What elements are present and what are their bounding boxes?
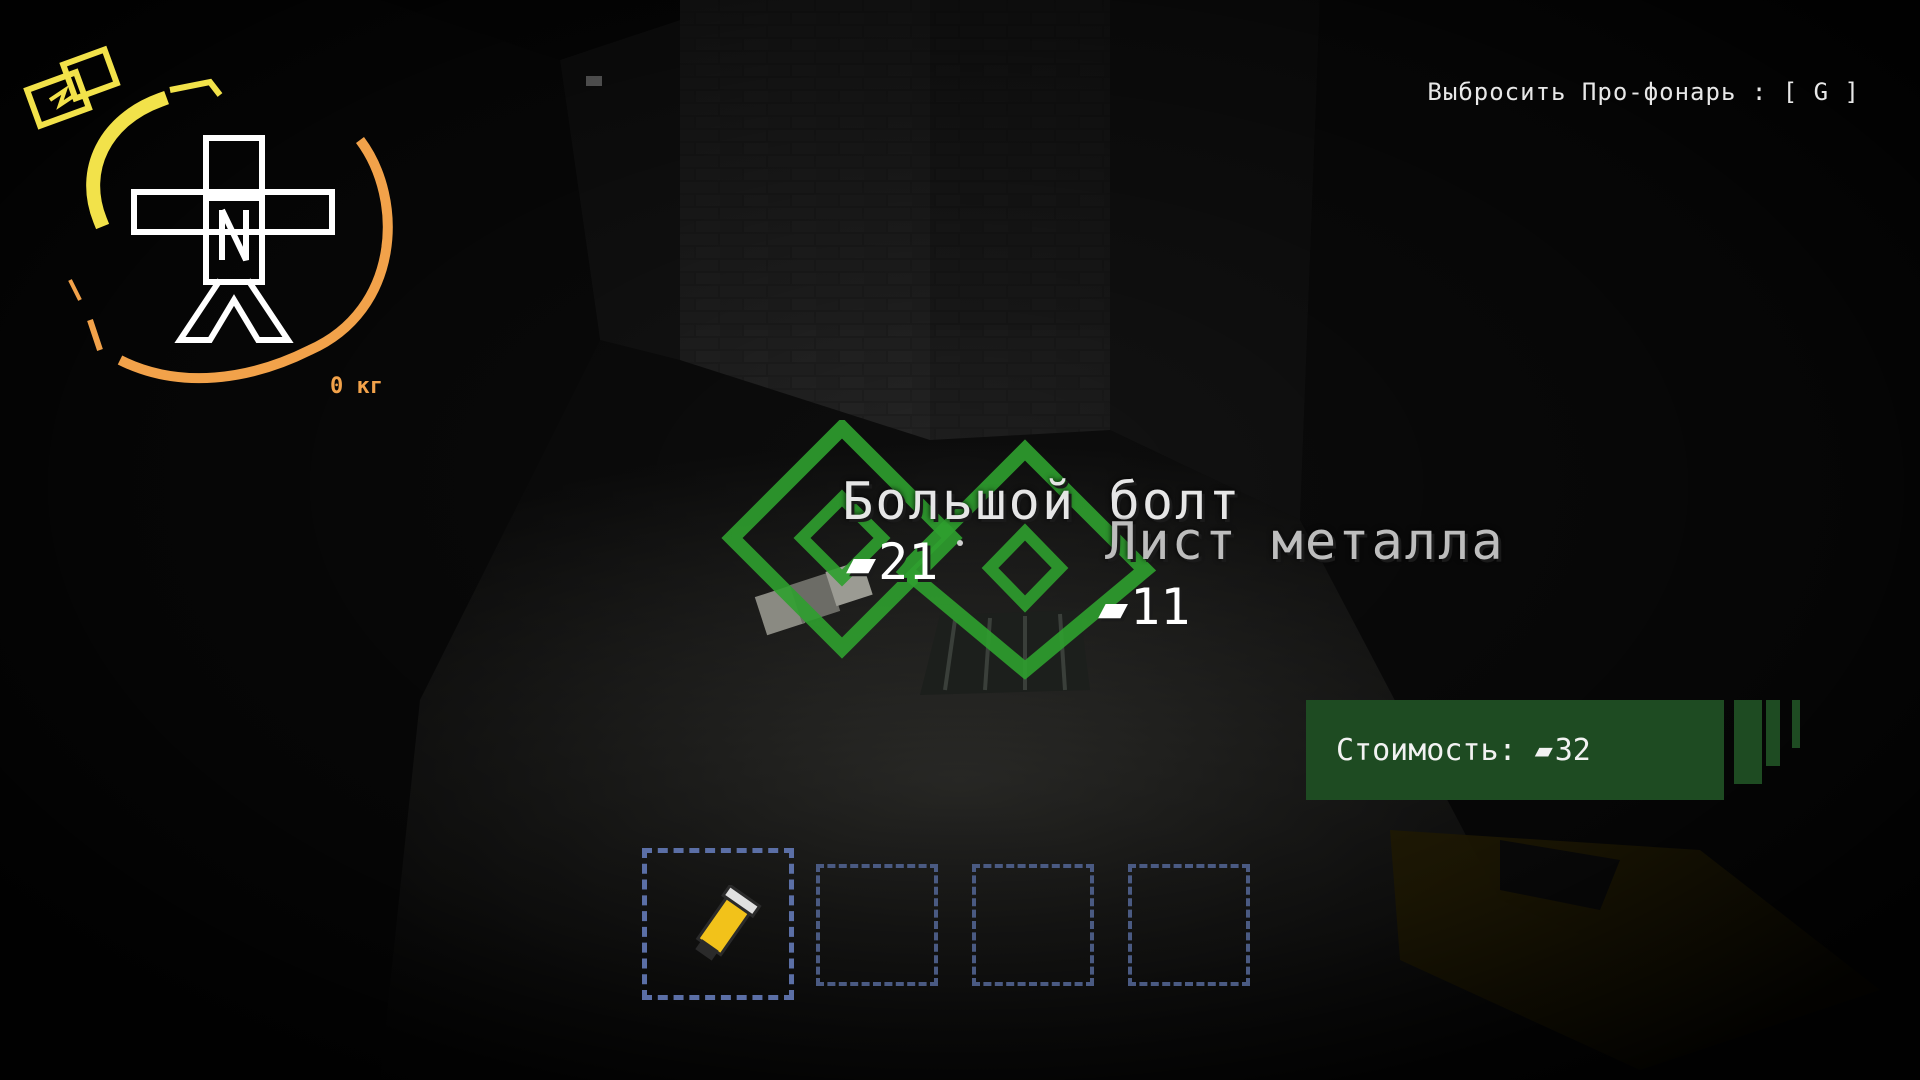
inventory-slot-4[interactable] xyxy=(1128,864,1250,986)
inventory-slot-3[interactable] xyxy=(972,864,1094,986)
item-name-metal-sheet: Лист металла xyxy=(1105,512,1505,572)
inventory-slot-1[interactable] xyxy=(642,848,794,1000)
drop-item-hint: Выбросить Про-фонарь : [ G ] xyxy=(1427,78,1860,106)
health-meter-tick xyxy=(87,319,103,351)
credits-icon: ▰ xyxy=(846,533,877,591)
inventory-slot-2[interactable] xyxy=(816,864,938,986)
value-panel-stripe xyxy=(1734,700,1762,784)
item-price-metal-sheet: ▰11 xyxy=(1098,578,1191,636)
player-status-widget xyxy=(23,45,393,384)
scan-total-value: Стоимость: ▰32 xyxy=(1336,733,1591,768)
crosshair xyxy=(957,540,963,546)
stamina-meter xyxy=(86,91,169,230)
energy-icon xyxy=(23,45,121,130)
game-viewport: Большой болт ▰21 Лист металла ▰11 Выброс… xyxy=(0,0,1920,1080)
scan-markers xyxy=(721,420,1157,680)
health-meter xyxy=(117,137,393,384)
flashlight-icon xyxy=(695,885,762,961)
credits-icon: ▰ xyxy=(1098,578,1129,636)
value-panel-stripe xyxy=(1792,700,1800,748)
value-panel-stripe xyxy=(1766,700,1780,766)
stamina-meter-tip xyxy=(169,78,223,97)
carry-weight: 0 кг xyxy=(330,374,383,399)
player-body-icon xyxy=(131,135,335,343)
inventory-hotbar xyxy=(642,848,1254,1004)
item-price-large-bolt: ▰21 xyxy=(846,533,939,591)
health-meter-tick xyxy=(68,279,82,301)
credits-icon: ▰ xyxy=(1534,733,1553,768)
